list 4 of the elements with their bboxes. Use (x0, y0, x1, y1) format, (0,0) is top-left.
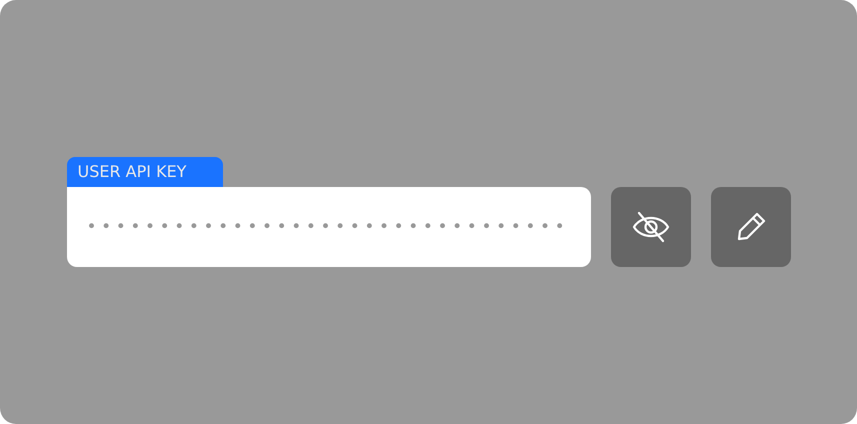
field-label: USER API KEY (66, 157, 222, 187)
api-key-field[interactable]: ••••••••••••••••••••••••••••••••• (66, 187, 590, 267)
edit-button[interactable] (710, 187, 790, 267)
visibility-button[interactable] (610, 187, 690, 267)
